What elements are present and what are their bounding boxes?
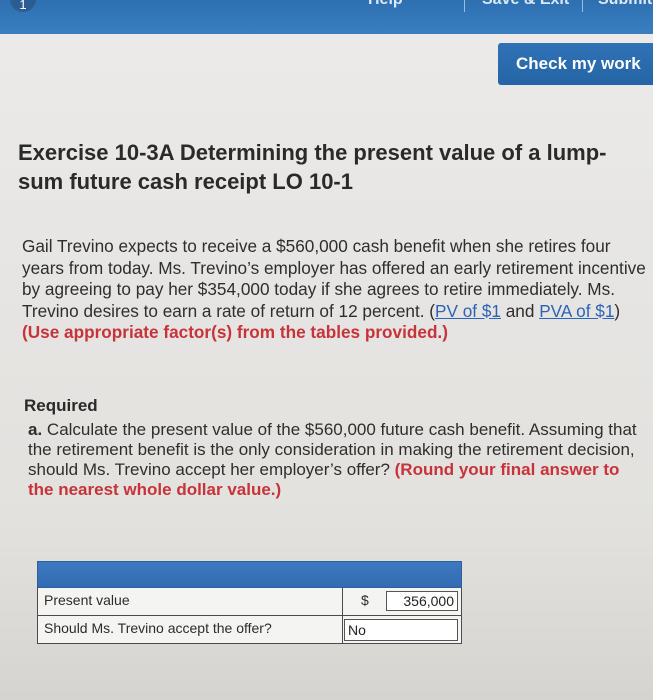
problem-text: Gail Trevino expects to receive a $560,0… [22, 236, 652, 344]
table-row-present-value: Present value $ 356,000 [37, 588, 462, 616]
dollar-sign: $ [361, 592, 369, 608]
pv-of-1-link[interactable]: PV of $1 [435, 301, 501, 321]
exercise-title: Exercise 10-3A Determining the present v… [18, 140, 607, 194]
top-toolbar: 1 Help Save & Exit Submit [0, 0, 653, 34]
problem-instruction-note: (Use appropriate factor(s) from the tabl… [22, 322, 448, 342]
accept-offer-label: Should Ms. Trevino accept the offer? [44, 620, 272, 636]
check-my-work-button[interactable]: Check my work [498, 43, 653, 85]
part-a-label: a. [28, 420, 43, 439]
problem-close-paren: ) [614, 300, 621, 321]
help-button[interactable]: Help [368, 0, 403, 9]
answer-table-header [37, 561, 462, 588]
toolbar-divider [582, 0, 583, 12]
problem-and: and [500, 300, 540, 321]
required-heading: Required [24, 396, 98, 415]
column-divider [342, 588, 343, 615]
pva-of-1-link[interactable]: PVA of $1 [539, 301, 614, 321]
question-number-badge[interactable]: 1 [10, 0, 36, 12]
column-divider [342, 616, 343, 643]
toolbar-divider [464, 0, 465, 12]
required-text: a. Calculate the present value of the $5… [28, 420, 648, 500]
present-value-label: Present value [44, 592, 130, 608]
save-exit-button[interactable]: Save & Exit [482, 0, 569, 9]
accept-offer-select[interactable]: No [344, 619, 458, 641]
answer-table: Present value $ 356,000 Should Ms. Trevi… [37, 561, 462, 644]
present-value-input[interactable]: 356,000 [386, 591, 458, 611]
submit-button[interactable]: Submit [598, 0, 652, 9]
table-row-accept-offer: Should Ms. Trevino accept the offer? No [37, 616, 462, 644]
